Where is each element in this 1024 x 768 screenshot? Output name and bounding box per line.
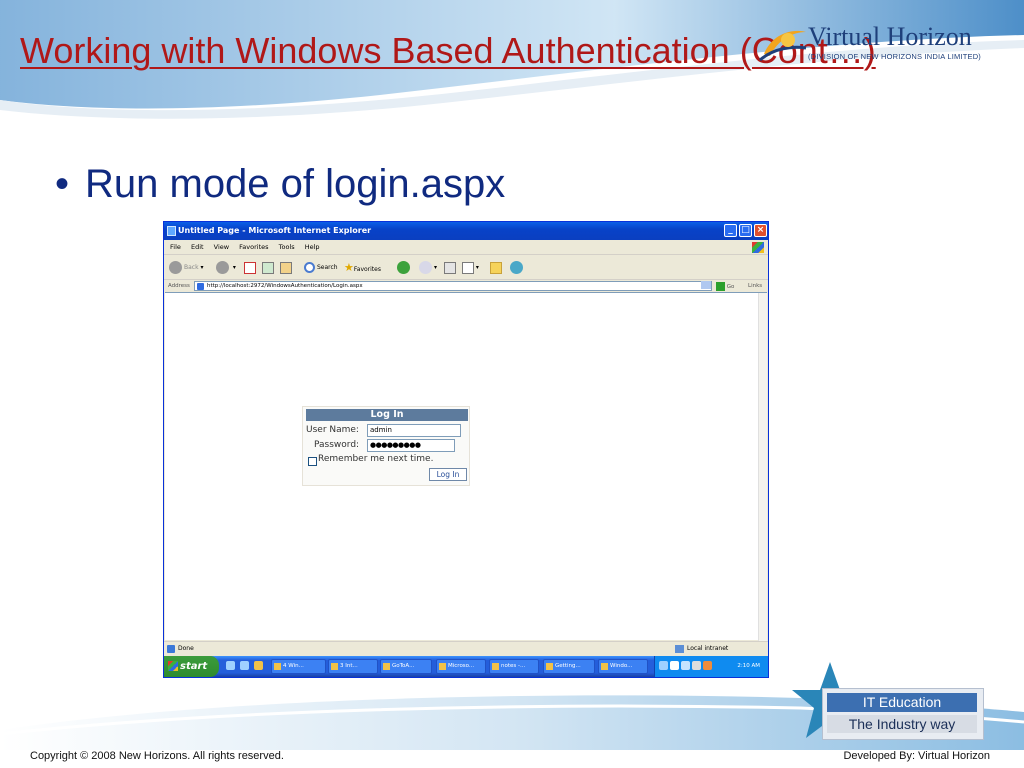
status-page-icon (167, 645, 175, 653)
menu-help[interactable]: Help (305, 243, 320, 251)
logo-sun-mark-icon (759, 30, 807, 62)
status-text: Done (178, 645, 194, 652)
address-input[interactable]: http://localhost:2972/WindowsAuthenticat… (194, 281, 712, 291)
slide: Working with Windows Based Authenticatio… (0, 0, 1024, 768)
messenger-button[interactable] (510, 260, 525, 275)
address-label: Address (168, 283, 190, 289)
username-label: User Name: (306, 425, 359, 435)
intranet-zone-icon (675, 645, 684, 653)
quicklaunch-ie-icon[interactable] (240, 661, 249, 670)
edit-button[interactable]: ▾ (462, 260, 479, 275)
forward-button[interactable]: ▾ (216, 260, 236, 275)
print-icon (444, 261, 456, 274)
tray-icon[interactable] (703, 661, 712, 670)
maximize-button[interactable]: □ (739, 224, 752, 237)
tray-icon[interactable] (692, 661, 701, 670)
home-icon (280, 261, 292, 274)
window-title: Untitled Page - Microsoft Internet Explo… (178, 226, 372, 235)
folder-button[interactable] (490, 260, 502, 275)
slide-title: Working with Windows Based Authenticatio… (20, 30, 876, 71)
bullet-point: • Run mode of login.aspx (55, 162, 505, 207)
close-button[interactable]: × (754, 224, 767, 237)
address-dropdown-icon[interactable] (701, 281, 711, 289)
developer-footer: Developed By: Virtual Horizon (843, 750, 990, 762)
back-button[interactable]: Back ▾ (169, 260, 204, 275)
search-icon (304, 262, 315, 273)
toolbar: Back ▾ ▾ Search ★Favorites ▾ ▾ (164, 255, 768, 280)
favorites-button[interactable]: ★Favorites (344, 260, 381, 275)
tray-icon[interactable] (659, 661, 668, 670)
back-arrow-icon (169, 261, 182, 274)
bullet-text: Run mode of login.aspx (85, 162, 506, 206)
password-input[interactable]: ●●●●●●●●● (367, 439, 455, 452)
minimize-button[interactable]: _ (724, 224, 737, 237)
logo-subtitle: (DIVISION OF NEW HORIZONS INDIA LIMITED) (808, 52, 982, 61)
window-titlebar[interactable]: Untitled Page - Microsoft Internet Explo… (164, 222, 768, 240)
logo-name: Virtual Horizon (808, 22, 972, 51)
favorites-label: Favorites (353, 266, 381, 273)
vertical-scrollbar[interactable] (758, 293, 767, 641)
go-arrow-icon (716, 282, 725, 291)
ie-page-icon (167, 226, 176, 236)
windows-flag-icon (752, 242, 764, 253)
messenger-icon (510, 261, 523, 274)
menu-bar: File Edit View Favorites Tools Help (164, 240, 768, 255)
search-button[interactable]: Search (304, 260, 338, 275)
print-button[interactable] (444, 260, 456, 275)
mail-button[interactable]: ▾ (419, 260, 437, 275)
refresh-button[interactable] (262, 260, 274, 275)
security-zone-text: Local intranet (687, 645, 729, 652)
login-button[interactable]: Log In (429, 468, 467, 481)
virtual-horizon-logo: Virtual Horizon (DIVISION OF NEW HORIZON… (758, 20, 994, 70)
address-bar: Address http://localhost:2972/WindowsAut… (164, 280, 768, 292)
tray-icon[interactable] (681, 661, 690, 670)
password-label: Password: (314, 440, 360, 450)
ie-window: Untitled Page - Microsoft Internet Explo… (163, 221, 769, 678)
bullet-dot-icon: • (55, 162, 70, 206)
username-input[interactable]: admin (367, 424, 461, 437)
badge-line2: The Industry way (827, 715, 977, 733)
quicklaunch-folder-icon[interactable] (254, 661, 263, 670)
search-label: Search (317, 264, 338, 271)
stop-icon (244, 261, 256, 274)
go-label: Go (726, 284, 735, 290)
page-content: Log In User Name: admin Password: ●●●●●●… (165, 292, 767, 641)
remember-me-label: Remember me next time. (318, 454, 434, 464)
forward-arrow-icon (216, 261, 229, 274)
quicklaunch-desktop-icon[interactable] (226, 661, 235, 670)
menu-tools[interactable]: Tools (279, 243, 295, 251)
badge-panel: IT Education The Industry way (822, 688, 984, 740)
links-button[interactable]: Links (748, 280, 762, 292)
history-button[interactable] (397, 260, 412, 275)
badge-line1: IT Education (827, 693, 977, 712)
back-label: Back (184, 264, 199, 271)
stop-button[interactable] (244, 260, 256, 275)
folder-icon (490, 261, 502, 274)
tray-icon[interactable] (670, 661, 679, 670)
favorites-star-icon: ★ (344, 261, 354, 274)
page-icon (197, 283, 204, 290)
it-education-badge: IT Education The Industry way (790, 660, 990, 745)
refresh-icon (262, 261, 274, 274)
copyright-footer: Copyright © 2008 New Horizons. All right… (30, 750, 284, 762)
login-control: Log In User Name: admin Password: ●●●●●●… (302, 406, 470, 486)
menu-file[interactable]: File (170, 243, 181, 251)
menu-favorites[interactable]: Favorites (239, 243, 268, 251)
login-header: Log In (306, 409, 468, 421)
menu-edit[interactable]: Edit (191, 243, 204, 251)
remember-me-checkbox[interactable] (308, 457, 317, 466)
home-button[interactable] (280, 260, 292, 275)
word-edit-icon (462, 261, 474, 274)
address-url: http://localhost:2972/WindowsAuthenticat… (207, 283, 363, 289)
history-icon (397, 261, 410, 274)
mail-icon (419, 261, 432, 274)
menu-view[interactable]: View (214, 243, 229, 251)
status-bar: Done Local intranet (164, 641, 768, 655)
